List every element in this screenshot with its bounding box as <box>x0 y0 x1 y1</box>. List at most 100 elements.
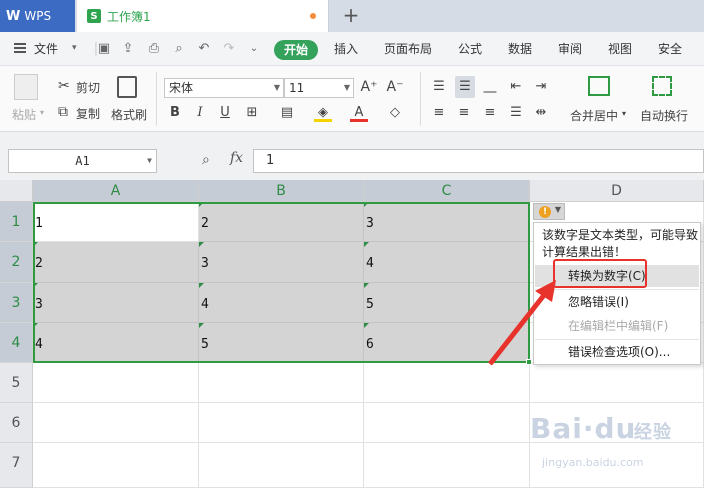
export-icon[interactable]: ⇪ <box>120 41 136 57</box>
menu-page-layout[interactable]: 页面布局 <box>384 40 432 57</box>
increase-indent-icon[interactable]: ⇥ <box>532 78 550 96</box>
copy-icon: ⧉ <box>58 104 68 120</box>
bold-button[interactable]: B <box>166 104 184 122</box>
wps-home-tab[interactable]: W WPS <box>0 0 75 32</box>
column-header-c[interactable]: C <box>364 180 530 202</box>
distributed-icon[interactable]: ⇹ <box>532 104 550 122</box>
cell-c7[interactable] <box>364 443 530 488</box>
menu-view[interactable]: 视图 <box>608 40 632 57</box>
row-header-6[interactable]: 6 <box>0 403 33 443</box>
select-all-corner[interactable] <box>0 180 33 202</box>
cell-b3[interactable]: 4 <box>199 283 364 323</box>
menu-formula[interactable]: 公式 <box>458 40 482 57</box>
font-color-button[interactable]: A <box>350 104 368 122</box>
cell-a1[interactable]: 1 <box>33 202 199 242</box>
italic-button[interactable]: I <box>191 104 209 122</box>
align-top-icon[interactable]: ☰ <box>430 78 448 96</box>
decrease-indent-icon[interactable]: ⇤ <box>507 78 525 96</box>
cell-c2[interactable]: 4 <box>364 242 530 283</box>
undo-icon[interactable]: ↶ <box>196 41 212 57</box>
increase-font-icon[interactable]: A⁺ <box>360 78 378 96</box>
column-header-a[interactable]: A <box>33 180 199 202</box>
document-tab[interactable]: S 工作簿1 <box>77 0 329 32</box>
row-header-3[interactable]: 3 <box>0 283 33 323</box>
cut-button[interactable]: 剪切 <box>76 79 100 96</box>
wrap-text-button[interactable]: 自动换行 <box>640 107 688 124</box>
cell-a7[interactable] <box>33 443 199 488</box>
error-check-button[interactable]: ! ▼ <box>533 203 565 220</box>
fill-handle[interactable] <box>526 359 532 365</box>
eraser-icon[interactable]: ◇ <box>386 104 404 122</box>
cell-a2[interactable]: 2 <box>33 242 199 283</box>
align-right-icon[interactable]: ≡ <box>481 104 499 122</box>
align-bottom-icon[interactable]: ⎽ <box>481 78 499 96</box>
file-dropdown-icon[interactable]: ▾ <box>72 43 77 53</box>
font-size-select[interactable]: 11 ▼ <box>284 78 354 98</box>
menu-item-error-check-options[interactable]: 错误检查选项(O)... <box>535 341 699 363</box>
new-tab-button[interactable]: + <box>338 2 364 28</box>
row-header-7[interactable]: 7 <box>0 443 33 488</box>
merge-dropdown-icon[interactable]: ▾ <box>622 109 626 118</box>
border-icon[interactable]: ⊞ <box>243 104 261 122</box>
fill-color-icon[interactable]: ◈ <box>314 104 332 122</box>
row-header-1[interactable]: 1 <box>0 202 33 242</box>
align-left-icon[interactable]: ≡ <box>430 104 448 122</box>
cell-b1[interactable]: 2 <box>199 202 364 242</box>
merge-cells-icon <box>588 76 610 96</box>
redo-icon[interactable]: ↷ <box>221 41 237 57</box>
print-preview-icon[interactable]: ⌕ <box>171 41 187 57</box>
cell-c4[interactable]: 6 <box>364 323 530 363</box>
menu-file[interactable]: 文件 <box>34 40 58 57</box>
row-header-4[interactable]: 4 <box>0 323 33 363</box>
row-header-2[interactable]: 2 <box>0 242 33 283</box>
error-indicator-icon <box>364 323 369 328</box>
cell-b4[interactable]: 5 <box>199 323 364 363</box>
column-header-d[interactable]: D <box>530 180 704 202</box>
merge-center-button[interactable]: 合并居中 <box>570 107 618 124</box>
column-header-b[interactable]: B <box>199 180 364 202</box>
paste-icon[interactable] <box>14 74 38 100</box>
save-icon[interactable]: ▣ <box>96 41 112 57</box>
customize-toolbar-icon[interactable]: ⌄ <box>246 41 262 57</box>
cell-b2[interactable]: 3 <box>199 242 364 283</box>
menu-insert[interactable]: 插入 <box>334 40 358 57</box>
hamburger-icon[interactable] <box>14 43 26 53</box>
copy-button[interactable]: 复制 <box>76 105 100 122</box>
menu-review[interactable]: 审阅 <box>558 40 582 57</box>
align-center-icon[interactable]: ≡ <box>455 104 473 122</box>
cell-style-icon[interactable]: ▤ <box>278 104 296 122</box>
menu-security[interactable]: 安全 <box>658 40 682 57</box>
row-header-5[interactable]: 5 <box>0 363 33 403</box>
menu-item-edit-in-formula-bar[interactable]: 在编辑栏中编辑(F) <box>535 315 699 337</box>
align-middle-icon[interactable]: ☰ <box>455 76 475 98</box>
cell-c5[interactable] <box>364 363 530 403</box>
underline-button[interactable]: U <box>216 104 234 122</box>
cell-a4[interactable]: 4 <box>33 323 199 363</box>
formula-input[interactable]: 1 <box>253 149 704 173</box>
justify-icon[interactable]: ☰ <box>507 104 525 122</box>
decrease-font-icon[interactable]: A⁻ <box>386 78 404 96</box>
tab-start[interactable]: 开始 <box>274 40 318 60</box>
cell-c6[interactable] <box>364 403 530 443</box>
menu-item-ignore-error[interactable]: 忽略错误(I) <box>535 291 699 313</box>
cell-c3[interactable]: 5 <box>364 283 530 323</box>
paste-dropdown-icon[interactable]: ▾ <box>40 108 44 117</box>
cell-b7[interactable] <box>199 443 364 488</box>
cell-d5[interactable] <box>530 363 704 403</box>
font-name-select[interactable]: 宋体 ▼ <box>164 78 284 98</box>
chevron-down-icon: ▼ <box>343 83 350 92</box>
zoom-icon[interactable]: ⌕ <box>202 152 210 168</box>
menu-data[interactable]: 数据 <box>508 40 532 57</box>
cell-b6[interactable] <box>199 403 364 443</box>
cell-c1[interactable]: 3 <box>364 202 530 242</box>
error-indicator-icon <box>364 202 369 207</box>
fx-icon[interactable]: fx <box>230 150 243 166</box>
paste-label[interactable]: 粘贴 <box>12 106 36 123</box>
cell-b5[interactable] <box>199 363 364 403</box>
cell-a3[interactable]: 3 <box>33 283 199 323</box>
cell-a5[interactable] <box>33 363 199 403</box>
cell-a6[interactable] <box>33 403 199 443</box>
format-painter-button[interactable]: 格式刷 <box>111 106 147 123</box>
print-icon[interactable]: ⎙ <box>146 41 162 57</box>
name-box[interactable]: A1 ▼ <box>8 149 157 173</box>
